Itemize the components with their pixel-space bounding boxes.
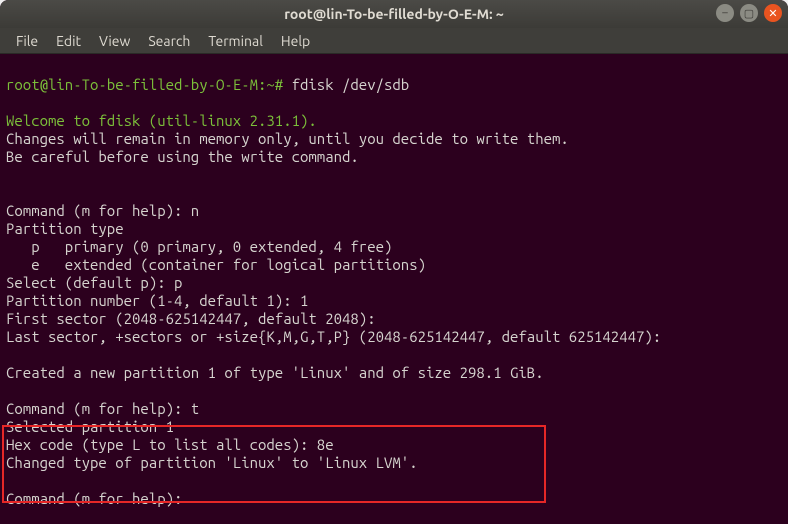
menu-help[interactable]: Help: [273, 30, 318, 52]
output-line: Be careful before using the write comman…: [6, 148, 359, 165]
output-line: First sector (2048-625142447, default 20…: [6, 310, 376, 327]
output-line: Hex code (type L to list all codes): 8e: [6, 436, 334, 453]
output-line: Command (m for help): n: [6, 202, 199, 219]
output-line: Command (m for help):: [6, 490, 191, 507]
output-line: Last sector, +sectors or +size{K,M,G,T,P…: [6, 328, 661, 345]
menu-search[interactable]: Search: [140, 30, 198, 52]
command-entered: fdisk /dev/sdb: [292, 76, 410, 93]
output-line: Select (default p): p: [6, 274, 182, 291]
output-line: Command (m for help): t: [6, 400, 199, 417]
output-line: e extended (container for logical partit…: [6, 256, 426, 273]
close-button[interactable]: ✕: [764, 4, 782, 22]
output-line: Changes will remain in memory only, unti…: [6, 130, 569, 147]
window-controls: – ▢ ✕: [716, 4, 782, 22]
menubar: File Edit View Search Terminal Help: [0, 28, 788, 54]
terminal-window: root@lin-To-be-filled-by-O-E-M: ~ – ▢ ✕ …: [0, 0, 788, 524]
window-titlebar: root@lin-To-be-filled-by-O-E-M: ~ – ▢ ✕: [0, 0, 788, 28]
prompt: root@lin-To-be-filled-by-O-E-M:~#: [6, 76, 292, 93]
output-line: Partition number (1-4, default 1): 1: [6, 292, 308, 309]
maximize-button[interactable]: ▢: [740, 4, 758, 22]
menu-file[interactable]: File: [8, 30, 46, 52]
terminal-body[interactable]: root@lin-To-be-filled-by-O-E-M:~# fdisk …: [0, 54, 788, 512]
output-line: Changed type of partition 'Linux' to 'Li…: [6, 454, 418, 471]
menu-view[interactable]: View: [91, 30, 138, 52]
output-line: Created a new partition 1 of type 'Linux…: [6, 364, 544, 381]
welcome-line: Welcome to fdisk (util-linux 2.31.1).: [6, 112, 317, 129]
output-line: Selected partition 1: [6, 418, 174, 435]
menu-edit[interactable]: Edit: [48, 30, 89, 52]
prompt-line: root@lin-To-be-filled-by-O-E-M:~# fdisk …: [6, 76, 409, 93]
output-line: Partition type: [6, 220, 124, 237]
minimize-button[interactable]: –: [716, 4, 734, 22]
window-title: root@lin-To-be-filled-by-O-E-M: ~: [284, 6, 504, 22]
menu-terminal[interactable]: Terminal: [200, 30, 271, 52]
output-line: p primary (0 primary, 0 extended, 4 free…: [6, 238, 392, 255]
